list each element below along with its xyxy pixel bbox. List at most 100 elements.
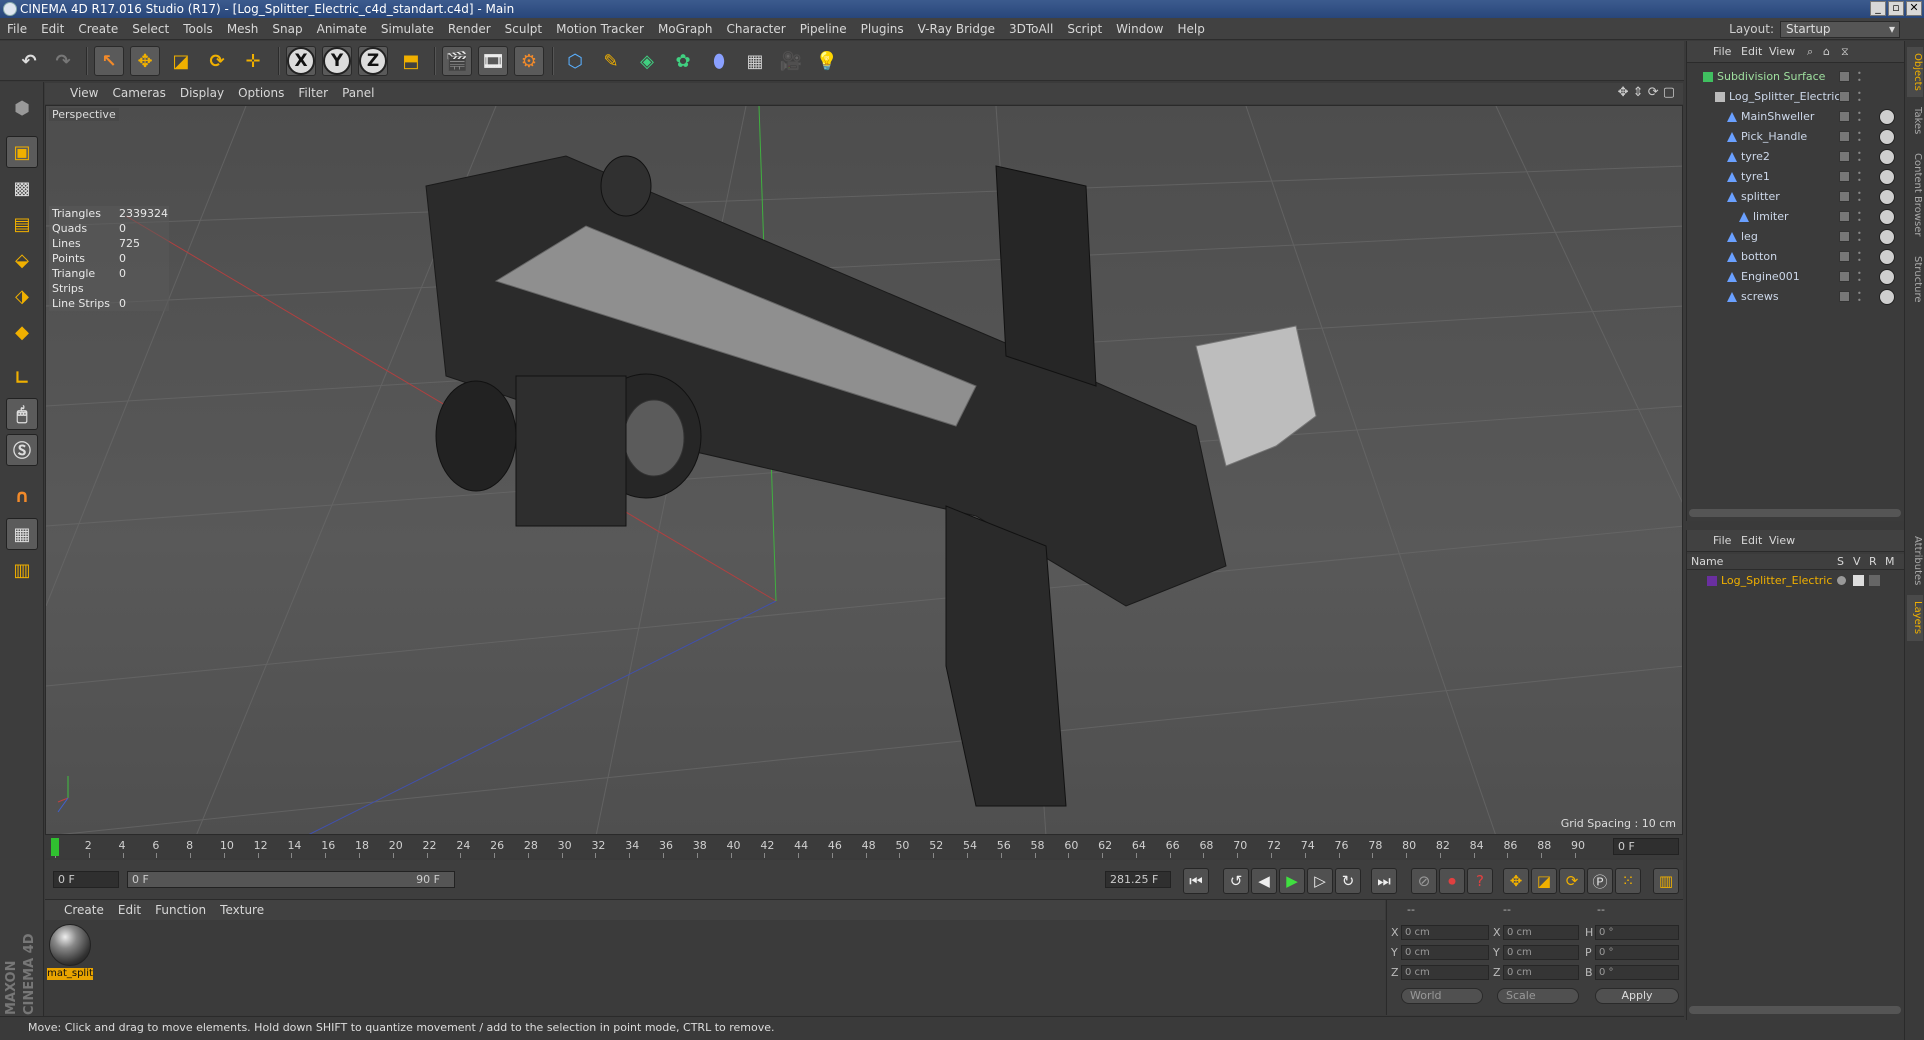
menu-vray-bridge[interactable]: V-Ray Bridge — [911, 18, 1002, 40]
close-button[interactable]: ✕ — [1906, 1, 1922, 16]
cloner-icon[interactable]: ✿ — [668, 46, 698, 76]
menu-mesh[interactable]: Mesh — [220, 18, 266, 40]
deformer-icon[interactable]: ⬮ — [704, 46, 734, 76]
current-frame-field[interactable]: 0 F — [1613, 838, 1679, 855]
texture-mode-icon[interactable]: ▩ — [6, 172, 38, 204]
y-axis-lock-button[interactable]: Y — [322, 46, 352, 76]
cube-primitive-icon[interactable]: ⬡ — [560, 46, 590, 76]
filter-icon[interactable]: ⧖ — [1841, 41, 1849, 63]
tab-takes[interactable]: Takes — [1907, 101, 1923, 141]
menu-snap[interactable]: Snap — [265, 18, 309, 40]
object-editor-toggle[interactable] — [1839, 111, 1850, 122]
material-tag-icon[interactable] — [1879, 129, 1895, 145]
layers-menu-file[interactable]: File — [1713, 530, 1731, 552]
minimize-button[interactable]: _ — [1870, 1, 1886, 16]
layer-col-solo[interactable]: S — [1837, 554, 1844, 570]
tab-structure[interactable]: Structure — [1907, 249, 1923, 309]
model-mode-icon[interactable]: ▣ — [6, 136, 38, 168]
viewport-menu-display[interactable]: Display — [173, 83, 231, 104]
object-row[interactable]: splitter • • — [1687, 187, 1905, 207]
key-rotation-icon[interactable]: ⟳ — [1559, 868, 1585, 894]
objects-menu-file[interactable]: File — [1713, 41, 1731, 63]
z-axis-lock-button[interactable]: Z — [358, 46, 388, 76]
menu-animate[interactable]: Animate — [310, 18, 374, 40]
size-y-field[interactable]: 0 cm — [1503, 945, 1579, 960]
object-editor-toggle[interactable] — [1839, 271, 1850, 282]
object-visibility-dots[interactable]: • • — [1857, 210, 1862, 225]
rot-h-field[interactable]: 0 ° — [1595, 925, 1679, 940]
size-z-field[interactable]: 0 cm — [1503, 965, 1579, 980]
record-position-icon[interactable]: ⊘ — [1411, 868, 1437, 894]
object-row[interactable]: Pick_Handle • • — [1687, 127, 1905, 147]
subdivision-surface-icon[interactable]: ◈ — [632, 46, 662, 76]
viewport-navigation-icons[interactable]: ✥ ⇕ ⟳ ▢ — [1618, 85, 1675, 100]
menu-window[interactable]: Window — [1109, 18, 1170, 40]
material-tag-icon[interactable] — [1879, 189, 1895, 205]
rot-p-field[interactable]: 0 ° — [1595, 945, 1679, 960]
pen-spline-icon[interactable]: ✎ — [596, 46, 626, 76]
live-selection-icon[interactable]: ↖ — [94, 46, 124, 76]
rot-b-field[interactable]: 0 ° — [1595, 965, 1679, 980]
object-row[interactable]: Engine001 • • — [1687, 267, 1905, 287]
menu-select[interactable]: Select — [125, 18, 176, 40]
objects-menu-view[interactable]: View — [1769, 41, 1795, 63]
object-visibility-dots[interactable]: • • — [1857, 150, 1862, 165]
object-editor-toggle[interactable] — [1839, 91, 1850, 102]
size-x-field[interactable]: 0 cm — [1503, 925, 1579, 940]
menu-3dtoall[interactable]: 3DToAll — [1002, 18, 1060, 40]
coordinate-system-icon[interactable]: ⬒ — [396, 46, 426, 76]
object-editor-toggle[interactable] — [1839, 291, 1850, 302]
frame-ruler[interactable]: 0246810121416182022242628303234363840424… — [51, 836, 1611, 858]
magnet-icon[interactable]: ∩ — [6, 480, 38, 512]
object-visibility-dots[interactable]: • • — [1857, 290, 1862, 305]
object-scrollbar[interactable] — [1689, 509, 1901, 517]
scale-tool-icon[interactable]: ◪ — [166, 46, 196, 76]
pos-y-field[interactable]: 0 cm — [1401, 945, 1489, 960]
object-row[interactable]: botton • • — [1687, 247, 1905, 267]
render-view-icon[interactable]: 🎬 — [442, 46, 472, 76]
coordinate-space-dropdown[interactable]: World — [1401, 988, 1483, 1004]
object-row[interactable]: tyre2 • • — [1687, 147, 1905, 167]
key-position-icon[interactable]: ✥ — [1503, 868, 1529, 894]
viewport-menu-view[interactable]: View — [63, 83, 105, 104]
object-row[interactable]: MainShweller • • — [1687, 107, 1905, 127]
home-icon[interactable]: ⌂ — [1823, 41, 1830, 63]
previous-frame-icon[interactable]: ◀ — [1251, 868, 1277, 894]
object-editor-toggle[interactable] — [1839, 211, 1850, 222]
material-tag-icon[interactable] — [1879, 169, 1895, 185]
layer-col-view[interactable]: V — [1853, 554, 1861, 570]
menu-create[interactable]: Create — [71, 18, 125, 40]
objects-menu-edit[interactable]: Edit — [1741, 41, 1762, 63]
viewport-menu-options[interactable]: Options — [231, 83, 291, 104]
pos-z-field[interactable]: 0 cm — [1401, 965, 1489, 980]
go-to-start-icon[interactable]: ⏮ — [1183, 868, 1209, 894]
timeline-ruler[interactable]: 0246810121416182022242628303234363840424… — [45, 836, 1683, 858]
start-frame-field[interactable]: 0 F — [53, 871, 119, 888]
material-menu-edit[interactable]: Edit — [111, 900, 148, 920]
next-keyframe-icon[interactable]: ↻ — [1335, 868, 1361, 894]
material-tag-icon[interactable] — [1879, 249, 1895, 265]
maximize-button[interactable]: ▫ — [1888, 1, 1904, 16]
snap-icon[interactable]: Ⓢ — [6, 434, 38, 466]
object-row[interactable]: Log_Splitter_Electric • • — [1687, 87, 1905, 107]
edges-mode-icon[interactable]: ⬗ — [6, 280, 38, 312]
material-menu-texture[interactable]: Texture — [213, 900, 271, 920]
points-mode-icon[interactable]: ⬙ — [6, 244, 38, 276]
layer-visible-toggle[interactable] — [1853, 575, 1864, 586]
apply-button[interactable]: Apply — [1595, 988, 1679, 1004]
camera-icon[interactable]: 🎥 — [776, 46, 806, 76]
object-editor-toggle[interactable] — [1839, 191, 1850, 202]
layers-menu-view[interactable]: View — [1769, 530, 1795, 552]
planar-workplane-icon[interactable]: ▥ — [6, 554, 38, 586]
end-frame-field[interactable]: 281.25 F — [1105, 871, 1171, 888]
menu-mograph[interactable]: MoGraph — [651, 18, 720, 40]
key-parameter-icon[interactable]: Ⓟ — [1587, 868, 1613, 894]
material-item[interactable]: mat_split — [47, 922, 95, 984]
transform-tool-icon[interactable]: ✛ — [238, 46, 268, 76]
pos-x-field[interactable]: 0 cm — [1401, 925, 1489, 940]
tab-objects[interactable]: Objects — [1907, 47, 1923, 97]
perspective-viewport[interactable]: Perspective Triangles 2339324 Quads 0 Line… — [45, 105, 1683, 835]
layer-solo-toggle[interactable] — [1837, 576, 1846, 585]
object-visibility-dots[interactable]: • • — [1857, 130, 1862, 145]
menu-simulate[interactable]: Simulate — [374, 18, 441, 40]
